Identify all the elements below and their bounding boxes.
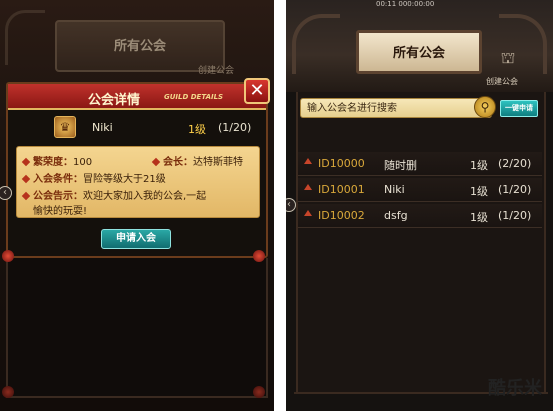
guild-member-count: (1/20) [498,183,532,196]
guild-details-dialog: 公会详情 GUILD DETAILS ♛ Niki 1级 (1/20) 繁荣度：… [6,82,268,258]
corner-gem-icon [2,386,14,398]
up-arrow-icon [304,210,312,216]
guild-id: ID10002 [318,209,365,222]
corner-gem-icon [253,250,265,262]
condition-label: 入会条件： [33,174,83,185]
guild-level: 1级 [470,211,488,224]
dialog-title-en: GUILD DETAILS [164,93,224,101]
create-guild-button[interactable]: 创建公会 [486,76,518,87]
guild-member-count: (1/20) [498,209,532,222]
apply-join-button[interactable]: 申请入会 [101,229,171,249]
leader-label: 会长： [163,157,193,168]
guild-member-count: (2/20) [498,157,532,170]
corner-gem-icon [2,250,14,262]
up-arrow-icon [304,184,312,190]
search-input[interactable] [300,98,492,118]
leader-line: 会长：达特斯菲特 [151,153,243,168]
diamond-bullet-icon [21,191,31,201]
guild-row[interactable]: ID10000 随时删 1级 (2/20) [298,152,542,176]
guild-list-area [296,92,546,392]
condition-line: 入会条件：冒险等级大于21级 [21,170,166,185]
guild-name: dsfg [384,209,408,222]
guild-emblem-icon: ♛ [54,116,76,138]
close-icon[interactable]: ✕ [244,78,270,104]
prosperity-label: 繁荣度： [33,157,73,168]
notice-line-2: 愉快的玩耍! [33,206,88,217]
guild-info-panel: 繁荣度：100 会长：达特斯菲特 入会条件：冒险等级大于21级 公会告示：欢迎大… [16,146,260,218]
background-create-label: 创建公会 [198,66,235,76]
guild-level: 1级 [470,159,488,172]
notice-label: 公会告示： [33,191,83,202]
guild-row[interactable]: ID10001 Niki 1级 (1/20) [298,178,542,202]
guild-row[interactable]: ID10002 dsfg 1级 (1/20) [298,204,542,228]
notice-line: 公会告示：欢迎大家加入我的公会,一起 [21,187,207,202]
lower-frame [6,258,268,398]
leader-value: 达特斯菲特 [193,157,243,168]
guild-name: Niki [384,183,405,196]
up-arrow-icon [304,158,312,164]
background-title: 所有公会 [113,39,166,54]
notice-value: 欢迎大家加入我的公会,一起 [83,191,207,202]
corner-gem-icon [253,386,265,398]
corner-ornament [292,14,340,74]
chevron-left-icon[interactable]: ‹ [286,198,296,212]
guild-member-count: (1/20) [218,121,252,134]
guild-details-screen: 所有公会 创建公会 公会详情 GUILD DETAILS ♛ Niki 1级 (… [0,0,274,411]
guild-level: 1级 [470,185,488,198]
diamond-bullet-icon [21,157,31,167]
page-title: 所有公会 [392,46,445,61]
diamond-bullet-icon [21,174,31,184]
condition-value: 冒险等级大于21级 [83,174,166,185]
status-text: 00:11 000:00:00 [376,0,435,8]
diamond-bullet-icon [151,157,161,167]
prosperity-line: 繁荣度：100 [21,153,93,168]
prosperity-value: 100 [73,157,93,168]
corner-ornament [5,10,45,65]
dialog-header: 公会详情 GUILD DETAILS [8,84,266,110]
guild-name: 随时删 [384,159,417,172]
dialog-title: 公会详情 [88,93,141,108]
apply-all-button[interactable]: 一键申请 [500,100,538,117]
guild-id: ID10001 [318,183,365,196]
guild-id: ID10000 [318,157,365,170]
create-guild-icon[interactable]: ⛫ [498,48,518,70]
all-guilds-screen: 00:11 000:00:00 所有公会 ⛫ 创建公会 ⚲ 一键申请 ID100… [286,0,553,411]
guild-name: Niki [92,121,113,134]
guild-level: 1级 [188,123,206,136]
search-icon[interactable]: ⚲ [474,96,496,118]
watermark-logo: 酷乐米 [488,378,542,399]
